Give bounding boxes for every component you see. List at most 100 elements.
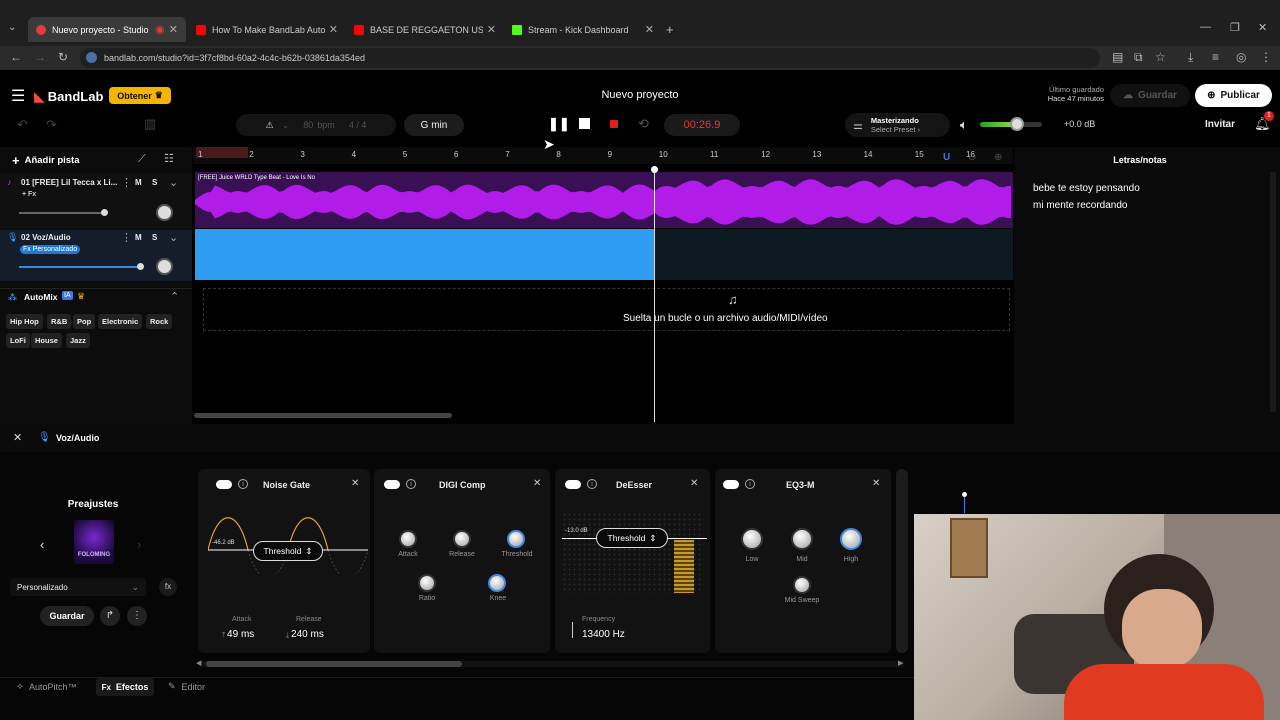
chevron-down-icon[interactable]: ⌄: [169, 231, 178, 244]
info-icon[interactable]: i: [587, 479, 597, 489]
publish-button[interactable]: ⊕ Publicar: [1195, 84, 1272, 107]
more-options-icon[interactable]: ⋮: [127, 606, 147, 626]
track-settings-icon[interactable]: ☷: [164, 152, 174, 165]
redo-icon[interactable]: ↷: [46, 117, 57, 133]
site-info-icon[interactable]: [86, 52, 97, 63]
close-panel-icon[interactable]: ✕: [13, 431, 22, 444]
eq-mid-sweep-knob[interactable]: [793, 576, 811, 594]
genre-lofi[interactable]: LoFi: [6, 333, 30, 348]
mastering-button[interactable]: ⚌ Masterizando Select Preset ›: [845, 113, 950, 137]
comp-ratio-knob[interactable]: [418, 574, 436, 592]
info-icon[interactable]: i: [238, 479, 248, 489]
genre-electronic[interactable]: Electronic: [98, 314, 143, 329]
genre-house[interactable]: House: [31, 333, 62, 348]
info-icon[interactable]: i: [745, 479, 755, 489]
release-value[interactable]: ⤓ 240 ms: [286, 629, 324, 640]
project-title[interactable]: Nuevo proyecto: [520, 89, 760, 101]
remove-effect-icon[interactable]: ✕: [533, 478, 541, 489]
download-icon[interactable]: ⤓: [1188, 50, 1193, 65]
fx-tag[interactable]: + Fx: [22, 191, 36, 198]
frequency-value[interactable]: 13400 Hz: [582, 629, 625, 640]
browser-tab[interactable]: Nuevo proyecto - Studio ◉ ✕: [28, 17, 186, 42]
genre-pop[interactable]: Pop: [73, 314, 96, 329]
info-icon[interactable]: i: [406, 479, 416, 489]
reload-icon[interactable]: ↻: [58, 50, 68, 64]
fx-preset-tag[interactable]: Fx Personalizado: [20, 245, 81, 254]
digi-comp-toggle[interactable]: [384, 480, 400, 489]
prev-preset-icon[interactable]: ‹: [40, 537, 44, 552]
close-window-icon[interactable]: ✕: [1258, 21, 1267, 34]
solo-button[interactable]: S: [152, 233, 157, 242]
bookmark-star-icon[interactable]: ☆: [1155, 50, 1166, 64]
magic-wand-icon[interactable]: ⟋: [138, 153, 146, 166]
remove-effect-icon[interactable]: ✕: [872, 478, 880, 489]
volume-handle[interactable]: [101, 209, 108, 216]
chevron-up-icon[interactable]: ⌃: [170, 290, 179, 303]
obtener-button[interactable]: Obtener ♛: [109, 87, 171, 104]
next-preset-icon[interactable]: ›: [137, 537, 141, 552]
fx-bypass-icon[interactable]: fx: [159, 578, 177, 596]
key-selector[interactable]: G min: [404, 114, 464, 136]
deesser-toggle[interactable]: [565, 480, 581, 489]
new-tab-icon[interactable]: +: [666, 22, 674, 37]
eq-mid-knob[interactable]: [791, 528, 813, 550]
remove-effect-icon[interactable]: ✕: [351, 478, 359, 489]
mixer-icon[interactable]: ▥: [144, 116, 156, 132]
drop-zone[interactable]: ♫ Suelta un bucle o un archivo audio/MID…: [203, 288, 1010, 331]
zoom-out-icon[interactable]: ⊖: [968, 152, 976, 163]
mute-button[interactable]: M: [135, 178, 142, 187]
master-volume-slider[interactable]: [980, 117, 1042, 131]
forward-icon[interactable]: →: [34, 50, 46, 64]
comp-threshold-knob[interactable]: [507, 530, 525, 548]
track-menu-icon[interactable]: ⋮: [121, 231, 132, 244]
preset-select[interactable]: Personalizado ⌄: [10, 578, 146, 596]
speaker-mute-icon[interactable]: 🔈︎: [960, 117, 968, 133]
next-effect-card[interactable]: [896, 469, 908, 653]
chevron-down-icon[interactable]: ⌄: [282, 120, 290, 131]
scroll-left-icon[interactable]: ◀: [196, 659, 201, 667]
loop-icon[interactable]: ⟲: [638, 116, 649, 132]
pan-knob[interactable]: [156, 258, 173, 275]
horizontal-scrollbar[interactable]: [194, 413, 452, 418]
attack-value[interactable]: ⤒ 49 ms: [222, 629, 254, 640]
close-tab-icon[interactable]: ✕: [487, 23, 496, 36]
remove-effect-icon[interactable]: ✕: [690, 478, 698, 489]
autopitch-tab[interactable]: ⟡ AutoPitch™: [17, 681, 76, 692]
magnet-snap-icon[interactable]: U: [943, 152, 950, 163]
cast-icon[interactable]: ⧉: [1134, 50, 1143, 65]
close-tab-icon[interactable]: ✕: [645, 23, 654, 36]
genre-hip-hop[interactable]: Hip Hop: [6, 314, 43, 329]
hamburger-menu-icon[interactable]: ☰: [11, 86, 25, 106]
stop-icon[interactable]: [579, 118, 590, 129]
lyrics-textarea[interactable]: bebe te estoy pensando mi mente recordan…: [1033, 180, 1140, 214]
track-menu-icon[interactable]: ⋮: [121, 176, 132, 189]
lyrics-scrollbar[interactable]: [1270, 172, 1276, 412]
editor-tab[interactable]: ✎ Editor: [168, 681, 205, 692]
share-icon[interactable]: ↱: [100, 606, 120, 626]
record-icon[interactable]: [610, 120, 618, 128]
genre-rnb[interactable]: R&B: [47, 314, 72, 329]
track-name[interactable]: 02 Voz/Audio: [21, 233, 71, 242]
effects-tab[interactable]: Fx Efectos: [96, 678, 154, 696]
comp-knee-knob[interactable]: [488, 574, 506, 592]
undo-icon[interactable]: ↶: [17, 117, 28, 133]
save-preset-button[interactable]: Guardar: [40, 606, 94, 626]
playhead-handle[interactable]: [651, 166, 658, 173]
scroll-right-icon[interactable]: ▶: [898, 659, 903, 667]
comp-attack-knob[interactable]: [399, 530, 417, 548]
browser-tab[interactable]: How To Make BandLab AutoTu ✕: [188, 17, 346, 42]
browser-tab[interactable]: BASE DE REGGAETON USO LIB ✕: [346, 17, 504, 42]
save-button[interactable]: ☁ Guardar: [1110, 84, 1190, 107]
minimize-icon[interactable]: —: [1200, 21, 1211, 33]
invite-button[interactable]: Invitar: [1205, 119, 1235, 130]
tab-search-icon[interactable]: ⌄: [8, 22, 16, 33]
recording-clip[interactable]: [195, 229, 655, 280]
time-signature[interactable]: 4 / 4: [349, 120, 367, 130]
timeline-ruler[interactable]: [193, 147, 1013, 164]
eq3-toggle[interactable]: [723, 480, 739, 489]
noise-gate-toggle[interactable]: [216, 480, 232, 489]
track-volume-slider[interactable]: [19, 212, 105, 214]
track-name[interactable]: 01 [FREE] Lil Tecca x Li...: [21, 178, 119, 187]
add-track-button[interactable]: + Añadir pista: [12, 153, 80, 168]
url-field[interactable]: bandlab.com/studio?id=3f7cf8bd-60a2-4c4c…: [80, 48, 1100, 68]
